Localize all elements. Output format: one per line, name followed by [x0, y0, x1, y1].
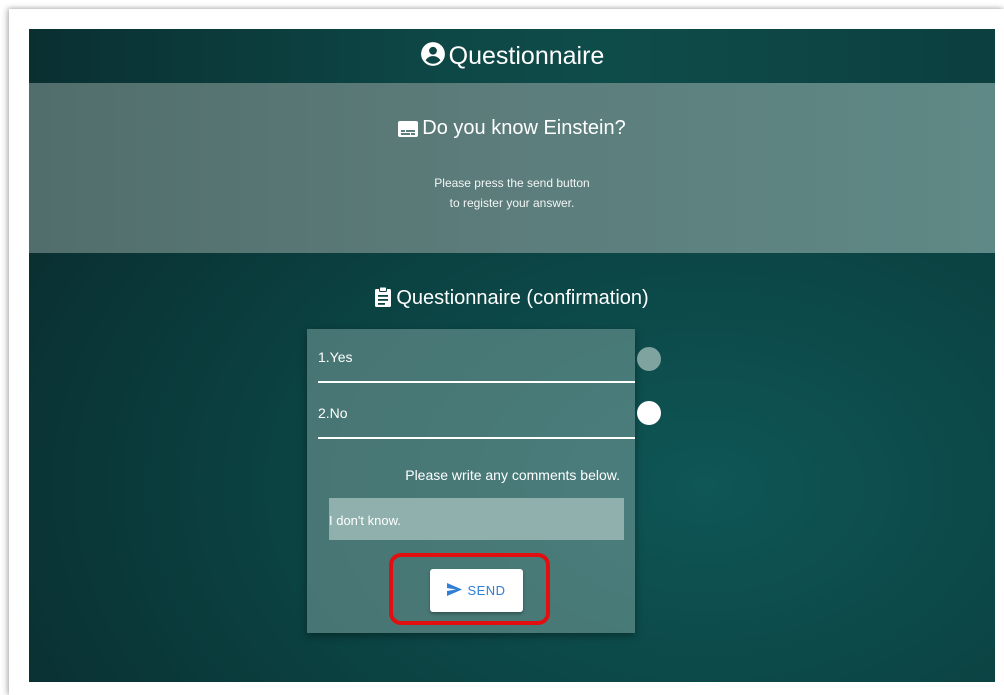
question-title: Do you know Einstein?: [422, 117, 626, 139]
questionnaire-heading: Questionnaire (confirmation): [29, 286, 995, 310]
question-heading: Do you know Einstein?: [29, 117, 995, 140]
account-circle-icon: [420, 42, 445, 66]
radio-yes[interactable]: [637, 347, 661, 371]
option-yes[interactable]: 1.Yes: [318, 329, 635, 383]
app-header: Questionnaire: [29, 29, 995, 83]
send-button[interactable]: SEND: [430, 569, 523, 612]
question-banner: Do you know Einstein? Please press the s…: [29, 83, 995, 253]
instruction-line-1: Please press the send button: [434, 176, 590, 190]
radio-no[interactable]: [637, 401, 661, 425]
clipboard-icon: [375, 286, 392, 307]
app-title: Questionnaire: [448, 41, 605, 70]
subtitles-icon: [398, 120, 419, 137]
instruction-line-2: to register your answer.: [449, 196, 575, 210]
option-no-label: 2.No: [318, 405, 348, 421]
question-instructions: Please press the send button to register…: [29, 173, 995, 213]
option-no[interactable]: 2.No: [318, 385, 635, 439]
app-canvas: Questionnaire Do you know Einstein? Plea…: [29, 29, 995, 682]
option-yes-label: 1.Yes: [318, 349, 353, 365]
send-icon: [447, 582, 463, 596]
comment-input[interactable]: [329, 498, 624, 540]
questionnaire-title: Questionnaire (confirmation): [396, 287, 649, 309]
send-button-label: SEND: [467, 583, 506, 598]
comment-label: Please write any comments below.: [405, 467, 620, 483]
